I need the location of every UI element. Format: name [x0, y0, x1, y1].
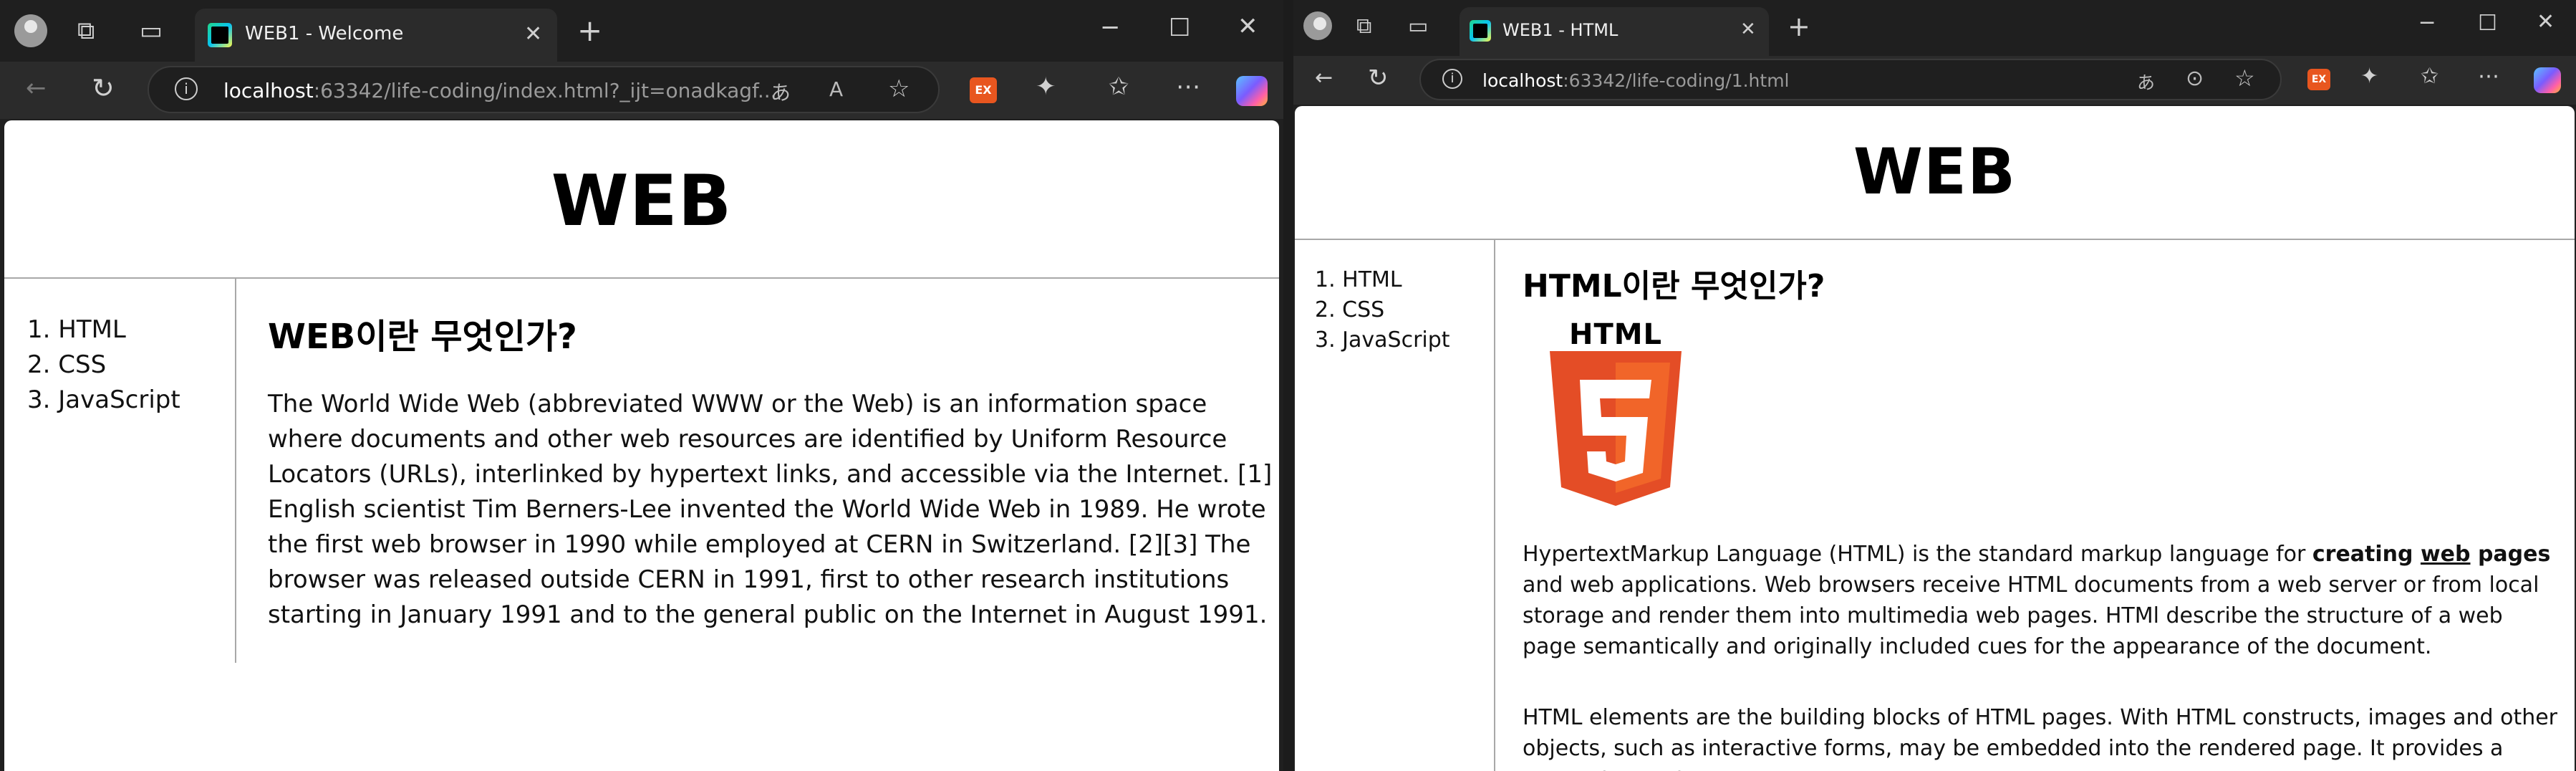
nav-item-html[interactable]: 1. HTML [27, 312, 180, 348]
tab-active[interactable]: WEB1 - HTML ✕ [1460, 7, 1769, 56]
header-divider [4, 277, 1279, 279]
more-icon[interactable]: ⋯ [2478, 66, 2499, 87]
info-icon[interactable]: i [1442, 69, 1462, 89]
tab-actions-icon[interactable]: ▭ [140, 19, 163, 43]
navigation-toolbar: ← ↻ i localhost:63342/life-coding/index.… [0, 62, 1283, 119]
html5-logo: HTML 5 [1544, 318, 1687, 509]
copilot-icon[interactable] [2534, 67, 2561, 93]
new-tab-icon[interactable]: + [577, 16, 602, 46]
nav-item-javascript[interactable]: 3. JavaScript [27, 383, 180, 418]
p1-bold-pages: pages [2470, 542, 2551, 567]
webstorm-favicon-icon [208, 23, 232, 47]
article-paragraph-2: HTML elements are the building blocks of… [1523, 705, 2558, 771]
tab-title: WEB1 - Welcome [245, 23, 404, 44]
favorites-icon[interactable]: ✩ [2421, 66, 2438, 87]
tab-actions-icon[interactable]: ▭ [1408, 16, 1428, 37]
nav-item-css[interactable]: 2. CSS [1315, 295, 1450, 325]
navigation-toolbar: ← ↻ i localhost:63342/life-coding/1.html… [1293, 56, 2576, 105]
p1-bold-creating: creating [2312, 542, 2421, 567]
nav-item-html[interactable]: 1. HTML [1315, 265, 1450, 295]
profile-icon[interactable] [1303, 11, 1332, 40]
html5-logo-text: HTML [1568, 318, 1663, 351]
url-path: :63342/life-coding/index.html?_ijt=onadk… [313, 79, 777, 102]
url-host: localhost [1482, 70, 1563, 91]
article: HTML이란 무엇인가? HTML 5 HypertextMarkup Lang… [1523, 267, 2561, 771]
extensions-puzzle-icon[interactable]: ✦ [1036, 75, 1056, 99]
nav-item-css[interactable]: 2. CSS [27, 348, 180, 383]
favorite-star-icon[interactable]: ☆ [2234, 64, 2255, 92]
refresh-icon[interactable]: ↻ [92, 75, 115, 102]
nav-divider [1494, 240, 1495, 771]
address-bar[interactable]: i localhost:63342/life-coding/1.html あ ⊙… [1419, 59, 2282, 100]
translate-icon[interactable]: あ [2137, 69, 2155, 95]
article-title: HTML이란 무엇인가? [1523, 268, 1825, 305]
web-page: WEB 1. HTML 2. CSS 3. JavaScript WEB이란 무… [4, 120, 1279, 771]
new-tab-icon[interactable]: + [1788, 13, 1810, 40]
close-window-icon[interactable]: ✕ [2537, 11, 2555, 33]
p1-text-end: and web applications. Web browsers recei… [1523, 573, 2539, 659]
minimize-icon[interactable]: ─ [2421, 13, 2433, 34]
article-paragraph-1: HypertextMarkup Language (HTML) is the s… [1523, 539, 2560, 662]
close-window-icon[interactable]: ✕ [1238, 14, 1258, 39]
article-paragraph: The World Wide Web (abbreviated WWW or t… [268, 390, 1273, 629]
p1-text-start: HypertextMarkup Language (HTML) is the s… [1523, 542, 2312, 567]
browser-window-welcome: ⧉ ▭ WEB1 - Welcome ✕ + ─ ☐ ✕ ← ↻ i local… [0, 0, 1283, 771]
workspaces-icon[interactable]: ⧉ [1356, 16, 1371, 37]
more-icon[interactable]: ⋯ [1176, 75, 1200, 99]
header-divider [1295, 239, 2575, 240]
nav-list: 1. HTML 2. CSS 3. JavaScript [27, 312, 180, 418]
tab-title: WEB1 - HTML [1502, 20, 1619, 40]
p1-link-web[interactable]: web [2421, 542, 2471, 567]
browser-window-html: ⧉ ▭ WEB1 - HTML ✕ + ─ ☐ ✕ ← ↻ i localhos… [1293, 0, 2576, 771]
favorite-star-icon[interactable]: ☆ [888, 75, 910, 103]
minimize-icon[interactable]: ─ [1103, 16, 1117, 40]
copilot-icon[interactable] [1236, 76, 1268, 106]
refresh-icon[interactable]: ↻ [1368, 66, 1389, 90]
page-title[interactable]: WEB [4, 161, 1279, 242]
web-page: WEB 1. HTML 2. CSS 3. JavaScript HTML이란 … [1295, 106, 2575, 771]
nav-divider [235, 279, 236, 663]
maximize-icon[interactable]: ☐ [2478, 13, 2497, 34]
article-title: WEB이란 무엇인가? [268, 317, 577, 357]
tab-strip: ⧉ ▭ WEB1 - Welcome ✕ + ─ ☐ ✕ [0, 0, 1283, 62]
back-icon[interactable]: ← [1315, 67, 1333, 89]
tab-active[interactable]: WEB1 - Welcome ✕ [195, 9, 557, 62]
tab-strip: ⧉ ▭ WEB1 - HTML ✕ + ─ ☐ ✕ [1293, 0, 2576, 56]
translate-icon[interactable]: あ [771, 77, 791, 106]
nav-item-javascript[interactable]: 3. JavaScript [1315, 325, 1450, 355]
browser-essentials-icon[interactable]: ⊙ [2186, 66, 2204, 91]
extensions-puzzle-icon[interactable]: ✦ [2360, 66, 2378, 87]
info-icon[interactable]: i [175, 77, 198, 100]
extension-ex-icon[interactable]: EX [2307, 69, 2330, 90]
html5-shield-icon [1550, 351, 1682, 506]
extension-ex-icon[interactable]: EX [970, 77, 997, 103]
profile-icon[interactable] [14, 14, 47, 47]
url-path: :63342/life-coding/1.html [1563, 70, 1790, 91]
maximize-icon[interactable]: ☐ [1169, 16, 1190, 40]
close-tab-icon[interactable]: ✕ [1740, 19, 1756, 40]
close-tab-icon[interactable]: ✕ [524, 21, 542, 47]
article: WEB이란 무엇인가? The World Wide Web (abbrevia… [268, 314, 1279, 633]
read-aloud-icon[interactable]: A [829, 77, 843, 101]
workspaces-icon[interactable]: ⧉ [77, 19, 95, 43]
webstorm-favicon-icon [1470, 20, 1491, 42]
page-title[interactable]: WEB [1295, 135, 2575, 209]
nav-list: 1. HTML 2. CSS 3. JavaScript [1315, 265, 1450, 355]
address-bar[interactable]: i localhost:63342/life-coding/index.html… [148, 66, 940, 113]
favorites-icon[interactable]: ✩ [1109, 75, 1129, 99]
url-host: localhost [223, 79, 314, 102]
back-icon[interactable]: ← [26, 76, 47, 100]
